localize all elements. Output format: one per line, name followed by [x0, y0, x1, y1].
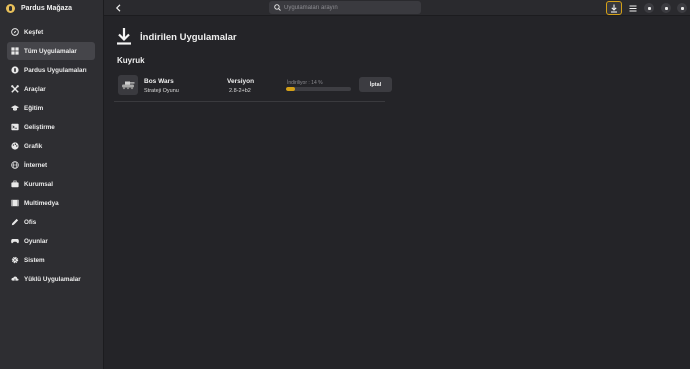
cloud-download-icon — [11, 275, 19, 283]
close-button[interactable] — [677, 3, 687, 13]
app-title: Pardus Mağaza — [21, 4, 72, 12]
sidebar-item-kesfet[interactable]: Keşfet — [7, 23, 95, 41]
downloads-button[interactable] — [606, 1, 622, 15]
app-category: Strateji Oyunu — [144, 88, 179, 94]
maximize-button[interactable] — [661, 3, 671, 13]
sidebar-item-label: Grafik — [24, 142, 43, 150]
compass-icon — [11, 28, 19, 36]
page-title: İndirilen Uygulamalar — [140, 31, 237, 43]
sidebar-list: Keşfet Tüm Uygulamalar Pardus Uygulamala… — [0, 23, 103, 288]
queue-section-title: Kuyruk — [117, 56, 145, 65]
version-label: Versiyon — [227, 78, 255, 85]
pardus-logo-icon — [6, 3, 15, 13]
search-input[interactable] — [284, 4, 414, 11]
minimize-icon — [647, 6, 651, 10]
sidebar-item-label: Multimedya — [24, 199, 59, 207]
sidebar-item-egitim[interactable]: Eğitim — [7, 99, 95, 117]
sidebar-item-label: Kurumsal — [24, 180, 54, 188]
progress-bar-fill — [286, 87, 296, 91]
hamburger-menu-icon — [629, 5, 637, 11]
sidebar-item-ofis[interactable]: Ofis — [7, 213, 95, 231]
sidebar-item-label: Ofis — [24, 218, 37, 226]
sidebar: Pardus Mağaza Keşfet Tüm Uygulamalar Par… — [0, 0, 104, 369]
search-icon — [274, 4, 281, 11]
sidebar-item-label: İnternet — [24, 161, 48, 169]
menu-button[interactable] — [626, 1, 640, 15]
header-bar — [104, 0, 690, 16]
progress-bar — [286, 87, 351, 91]
search-box[interactable] — [269, 1, 421, 14]
graduation-cap-icon — [11, 104, 19, 112]
sidebar-item-grafik[interactable]: Grafik — [7, 137, 95, 155]
close-icon — [680, 6, 684, 10]
tools-icon — [11, 85, 19, 93]
maximize-icon — [664, 6, 668, 10]
app-name: Bos Wars — [144, 78, 174, 85]
pen-icon — [11, 218, 19, 226]
globe-icon — [11, 161, 19, 169]
sidebar-item-araclar[interactable]: Araçlar — [7, 80, 95, 98]
main-content: İndirilen Uygulamalar Kuyruk Bos Wars St… — [104, 16, 690, 369]
palette-icon — [11, 142, 19, 150]
sidebar-item-label: Sistem — [24, 256, 45, 264]
sidebar-item-multimedya[interactable]: Multimedya — [7, 194, 95, 212]
film-icon — [11, 199, 19, 207]
sidebar-item-label: Geliştirme — [24, 123, 55, 131]
sidebar-item-label: Araçlar — [24, 85, 46, 93]
grid-icon — [11, 47, 19, 55]
sidebar-item-label: Pardus Uygulamaları — [24, 66, 87, 74]
progress-status-text: İndiriliyor : 14 % — [287, 80, 323, 86]
sidebar-item-internet[interactable]: İnternet — [7, 156, 95, 174]
gear-icon — [11, 256, 19, 264]
version-value: 2.8-2+b2 — [229, 88, 251, 94]
sidebar-item-label: Oyunlar — [24, 237, 48, 245]
minimize-button[interactable] — [644, 3, 654, 13]
sidebar-item-label: Eğitim — [24, 104, 44, 112]
app-header: Pardus Mağaza — [0, 0, 103, 16]
briefcase-icon — [11, 180, 19, 188]
sidebar-item-oyunlar[interactable]: Oyunlar — [7, 232, 95, 250]
cancel-button[interactable]: İptal — [359, 77, 392, 92]
bos-wars-app-icon — [118, 75, 138, 95]
back-button[interactable] — [112, 2, 124, 14]
sidebar-item-label: Yüklü Uygulamalar — [24, 275, 81, 283]
download-row: Bos Wars Strateji Oyunu Versiyon 2.8-2+b… — [114, 70, 392, 102]
gamepad-icon — [11, 237, 19, 245]
sidebar-item-label: Keşfet — [24, 28, 44, 36]
sidebar-item-label: Tüm Uygulamalar — [24, 47, 77, 55]
download-icon — [611, 4, 617, 13]
tank-icon — [122, 81, 135, 90]
sidebar-item-pardus-uygulamalari[interactable]: Pardus Uygulamaları — [7, 61, 95, 79]
sidebar-item-gelistirme[interactable]: Geliştirme — [7, 118, 95, 136]
chevron-left-icon — [115, 4, 120, 12]
download-icon — [117, 28, 131, 45]
pardus-icon — [11, 66, 19, 74]
sidebar-item-tum-uygulamalar[interactable]: Tüm Uygulamalar — [7, 42, 95, 60]
sidebar-item-kurumsal[interactable]: Kurumsal — [7, 175, 95, 193]
page-header: İndirilen Uygulamalar — [116, 27, 237, 45]
sidebar-item-yuklu-uygulamalar[interactable]: Yüklü Uygulamalar — [7, 270, 95, 288]
terminal-icon — [11, 123, 19, 131]
sidebar-item-sistem[interactable]: Sistem — [7, 251, 95, 269]
